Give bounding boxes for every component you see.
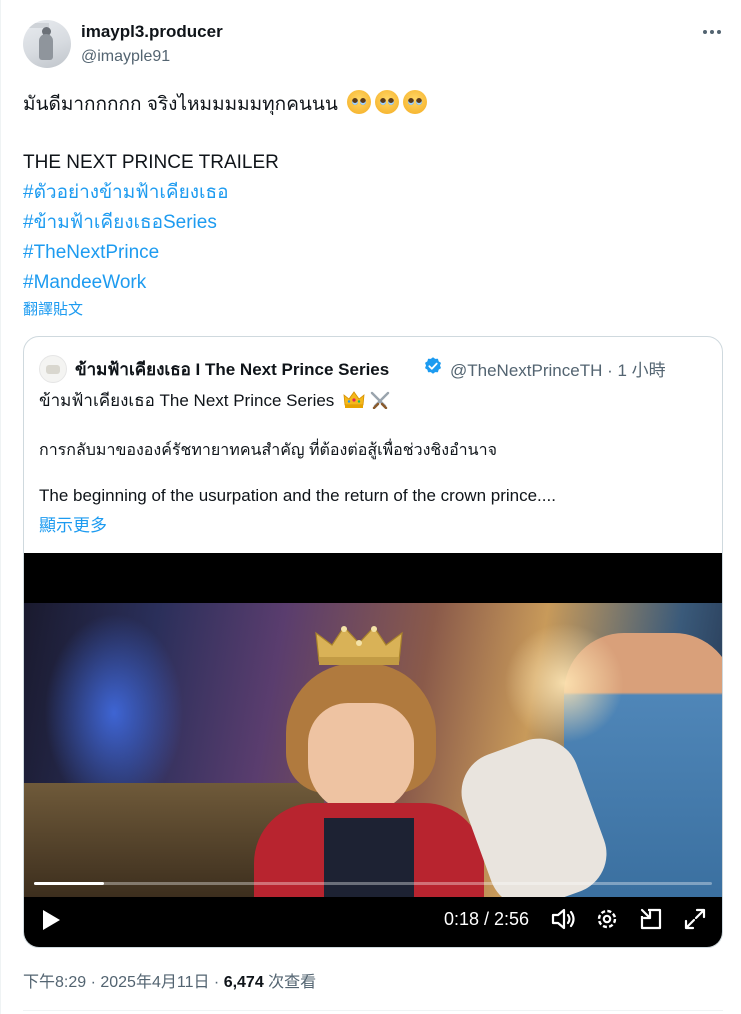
views-label: 次查看 bbox=[263, 974, 317, 991]
quote-author-avatar[interactable] bbox=[39, 355, 67, 383]
author-handle[interactable]: @imayple91 bbox=[81, 48, 170, 66]
quote-author-name[interactable]: ข้ามฟ้าเคียงเธอ I The Next Prince Series bbox=[75, 356, 389, 383]
verified-badge-icon bbox=[425, 357, 441, 374]
video-progress-fill bbox=[34, 882, 104, 885]
volume-icon[interactable] bbox=[550, 906, 576, 932]
author-display-name[interactable]: imaypl3.producer bbox=[81, 22, 223, 42]
tweet: imaypl3.producer @imayple91 มันดีมากกกกก… bbox=[0, 0, 741, 1014]
post-line-1-text: มันดีมากกกกก จริงไหมมมมมทุกคนนน bbox=[23, 94, 338, 115]
quoted-post[interactable]: ข้ามฟ้าเคียงเธอ I The Next Prince Series… bbox=[23, 336, 723, 948]
show-more-link[interactable]: 顯示更多 bbox=[39, 511, 107, 536]
quote-line-1-text: ข้ามฟ้าเคียงเธอ The Next Prince Series bbox=[39, 391, 335, 410]
hashtag-link[interactable]: #ตัวอย่างข้ามฟ้าเคียงเธอ bbox=[23, 178, 713, 208]
post-line-1: มันดีมากกกกก จริงไหมมมมมทุกคนนน bbox=[23, 90, 713, 120]
hashtag-link[interactable]: #MandeeWork bbox=[23, 268, 713, 298]
translate-post-link[interactable]: 翻譯貼文 bbox=[23, 298, 83, 319]
face-holding-back-tears-emoji-icon bbox=[403, 90, 428, 114]
views-count: 6,474 bbox=[223, 974, 264, 991]
crown-emoji-icon bbox=[343, 391, 365, 408]
settings-icon[interactable] bbox=[594, 906, 620, 932]
crown-prop-image bbox=[315, 626, 403, 665]
video-time: 0:18 / 2:56 bbox=[444, 909, 530, 929]
quote-line-2: การกลับมาขององค์รัชทายาทคนสำคัญ ที่ต้องต… bbox=[39, 442, 497, 459]
video-player[interactable]: 0:18 / 2:56 bbox=[24, 553, 722, 947]
post-timestamp[interactable]: 下午8:29 · 2025年4月11日 · bbox=[23, 974, 224, 991]
post-text: มันดีมากกกกก จริงไหมมมมมทุกคนนน THE NEXT… bbox=[23, 90, 713, 298]
post-title-line: THE NEXT PRINCE TRAILER bbox=[23, 152, 279, 173]
crossed-swords-emoji-icon bbox=[370, 391, 390, 409]
quote-author-handle-time[interactable]: @TheNextPrinceTH · 1 小時 bbox=[450, 356, 666, 381]
more-options-icon[interactable] bbox=[699, 22, 725, 42]
video-frame[interactable] bbox=[24, 603, 722, 897]
hashtag-link[interactable]: #ข้ามฟ้าเคียงเธอSeries bbox=[23, 208, 713, 238]
video-progress-bar[interactable] bbox=[34, 882, 712, 885]
pip-icon[interactable] bbox=[638, 906, 664, 932]
divider bbox=[23, 1010, 723, 1011]
quote-line-1: ข้ามฟ้าเคียงเธอ The Next Prince Series bbox=[39, 387, 391, 414]
quote-line-3: The beginning of the usurpation and the … bbox=[39, 486, 556, 505]
face-holding-back-tears-emoji-icon bbox=[375, 90, 400, 114]
play-icon[interactable] bbox=[40, 908, 62, 932]
face-holding-back-tears-emoji-icon bbox=[347, 90, 372, 114]
post-meta: 下午8:29 · 2025年4月11日 · 6,474 次查看 bbox=[23, 968, 316, 992]
author-avatar[interactable] bbox=[23, 20, 71, 68]
fullscreen-icon[interactable] bbox=[682, 906, 708, 932]
hashtag-link[interactable]: #TheNextPrince bbox=[23, 238, 713, 268]
